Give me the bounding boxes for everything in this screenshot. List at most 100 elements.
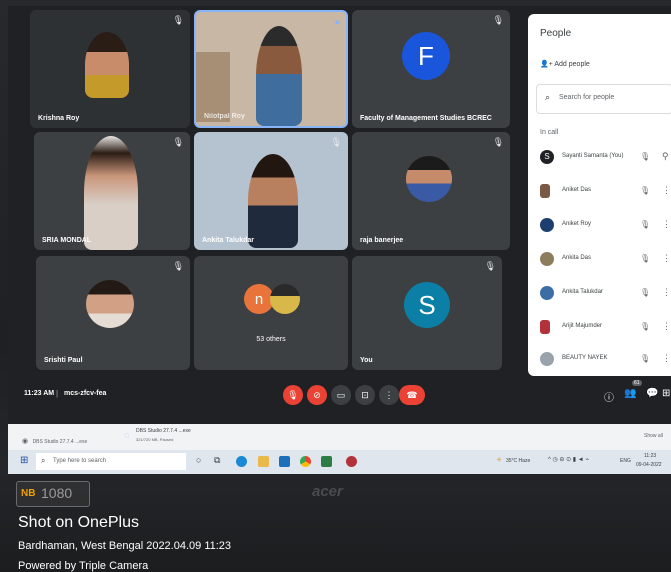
participant-name: Ankita Talukdar	[202, 237, 254, 244]
participant-row[interactable]: BEAUTY NAYEK 🎙︎ ⋮	[536, 344, 671, 374]
weather-text[interactable]: 35°C Haze	[506, 458, 530, 464]
participant-name: Ankita Das	[562, 255, 592, 261]
avatar: S	[404, 282, 450, 328]
camera-toggle-button[interactable]: ⊘	[307, 385, 327, 405]
present-screen-icon: ⊡	[361, 389, 369, 400]
participant-tile[interactable]: 🎙︎ raja banerjee	[352, 132, 510, 250]
participant-tile[interactable]: 🎙︎ Ankita Talukdar	[194, 132, 348, 250]
participant-name: Srishti Paul	[44, 357, 83, 364]
participant-name: BEAUTY NAYEK	[562, 355, 608, 361]
more-options-icon: ⋮	[384, 389, 394, 400]
mic-off-icon: 🎙︎	[172, 261, 184, 271]
more-options-icon[interactable]: ⋮	[662, 287, 671, 298]
captions-button[interactable]: ▭	[331, 385, 351, 405]
mic-off-icon: 🎙︎	[484, 261, 496, 271]
participant-tile-active[interactable]: ● Nilotpal Roy	[194, 10, 348, 128]
participant-row[interactable]: Aniket Das 🎙︎ ⋮	[536, 176, 671, 206]
tray-icons[interactable]: ^ ◷ ⊖ ⊙ ▮ ◄ ⌁	[548, 456, 589, 463]
participant-name: SRIA MONDAL	[42, 237, 92, 244]
file-explorer-icon[interactable]	[258, 456, 269, 467]
self-tile[interactable]: S 🎙︎ You	[352, 256, 502, 370]
participant-name: Arijit Majumder	[562, 323, 603, 329]
language-indicator[interactable]: ENG	[620, 458, 631, 464]
info-icon[interactable]: ⓘ	[604, 389, 614, 404]
more-options-icon[interactable]: ⋮	[662, 353, 671, 364]
participant-name: You	[360, 357, 373, 364]
participant-name: Aniket Roy	[562, 221, 592, 227]
clock-date[interactable]: 09-04-2022	[636, 462, 662, 468]
mic-off-icon: 🎙︎	[172, 137, 184, 147]
search-icon: ⌕	[545, 92, 551, 102]
more-options-icon[interactable]: ⋮	[662, 321, 671, 332]
mic-off-icon: 🎙︎	[492, 137, 504, 147]
avatar-photo	[270, 284, 300, 314]
in-call-label: In call	[540, 129, 559, 136]
avatar-photo	[540, 184, 550, 198]
mic-off-icon: 🎙︎	[640, 186, 651, 195]
participant-tile[interactable]: 🎙︎ Srishti Paul	[36, 256, 190, 370]
show-all-link[interactable]: Show all	[644, 433, 663, 439]
chrome-icon[interactable]	[300, 456, 311, 467]
search-people-field[interactable]: ⌕ Search for people	[536, 84, 671, 114]
others-tile[interactable]: n 53 others	[194, 256, 348, 370]
present-button[interactable]: ⊡	[355, 385, 375, 405]
clock-time[interactable]: 11:23	[644, 453, 656, 459]
participant-tile[interactable]: 🎙︎ Krishna Roy	[30, 10, 190, 128]
activities-icon[interactable]: ⊞	[662, 388, 670, 399]
taskbar-search-box[interactable]: ⌕ Type here to search	[36, 453, 186, 470]
participant-name: Faculty of Management Studies BCREC	[360, 115, 492, 122]
windows-start-icon[interactable]: ⊞	[20, 455, 28, 466]
task-view-icon[interactable]: ⧉	[214, 455, 220, 466]
captions-icon: ▭	[336, 389, 346, 400]
resolution-badge: NB 1080	[16, 481, 90, 507]
avatar-photo	[540, 218, 554, 232]
leave-call-button[interactable]: ☎	[399, 385, 425, 405]
more-options-icon[interactable]: ⋮	[662, 185, 671, 196]
mic-off-icon: 🎙︎	[287, 389, 299, 400]
participant-name: raja banerjee	[360, 237, 404, 244]
download-item[interactable]: ◌ DBS Studio 27.7.4 ...exe 321/720 MB, P…	[124, 427, 234, 447]
participant-photo	[84, 136, 138, 250]
avatar-photo	[540, 252, 554, 266]
acer-logo: acer	[312, 483, 343, 500]
meeting-code: mcs-zfcv-fea	[64, 390, 107, 397]
app-icon[interactable]	[321, 456, 332, 467]
participant-name: Sayanti Samanta (You)	[562, 153, 624, 159]
people-icon[interactable]: 👥	[624, 388, 636, 399]
participant-row[interactable]: Ankita Das 🎙︎ ⋮	[536, 244, 671, 274]
store-icon[interactable]	[279, 456, 290, 467]
more-options-button[interactable]: ⋮	[379, 385, 399, 405]
mic-off-icon: 🎙︎	[640, 152, 651, 161]
participant-row[interactable]: S Sayanti Samanta (You) 🎙︎ ⚲	[536, 142, 671, 172]
avatar-photo	[540, 286, 554, 300]
pin-icon[interactable]: ⚲	[662, 151, 669, 162]
avatar-photo	[540, 352, 554, 366]
mic-off-icon: 🎙︎	[640, 254, 651, 263]
participant-row[interactable]: Ankita Talukdar 🎙︎ ⋮	[536, 278, 671, 308]
windows-taskbar: ⊞ ⌕ Type here to search ○ ⧉ ☀ 35°C Haze …	[8, 450, 671, 474]
participant-tile[interactable]: F 🎙︎ Faculty of Management Studies BCREC	[352, 10, 510, 128]
more-options-icon[interactable]: ⋮	[662, 219, 671, 230]
participant-name: Nilotpal Roy	[204, 113, 245, 120]
mic-off-icon: 🎙︎	[330, 137, 342, 147]
edge-icon[interactable]	[236, 456, 247, 467]
weather-icon: ☀	[496, 457, 503, 464]
participant-count-badge: 61	[632, 380, 642, 386]
add-people-button[interactable]: 👤+ Add people	[540, 60, 590, 68]
participant-row[interactable]: Arijit Majumder 🎙︎ ⋮	[536, 312, 671, 342]
download-item[interactable]: ◉ DBS Studio 27.7.4 ...exe	[22, 430, 114, 445]
more-options-icon[interactable]: ⋮	[662, 253, 671, 264]
app-icon[interactable]	[346, 456, 357, 467]
search-placeholder: Search for people	[559, 94, 615, 101]
mic-off-icon: 🎙︎	[640, 354, 651, 363]
mic-toggle-button[interactable]: 🎙︎	[283, 385, 303, 405]
chat-icon[interactable]: 💬	[646, 388, 658, 399]
participant-tile[interactable]: 🎙︎ SRIA MONDAL	[34, 132, 190, 250]
speaking-indicator-icon: ●	[334, 17, 340, 27]
participant-name: Ankita Talukdar	[562, 289, 603, 295]
participant-row[interactable]: Aniket Roy 🎙︎ ⋮	[536, 210, 671, 240]
mic-off-icon: 🎙︎	[640, 288, 651, 297]
avatar-photo	[540, 320, 550, 334]
cortana-icon[interactable]: ○	[196, 455, 201, 465]
add-person-icon: 👤+	[540, 61, 553, 68]
